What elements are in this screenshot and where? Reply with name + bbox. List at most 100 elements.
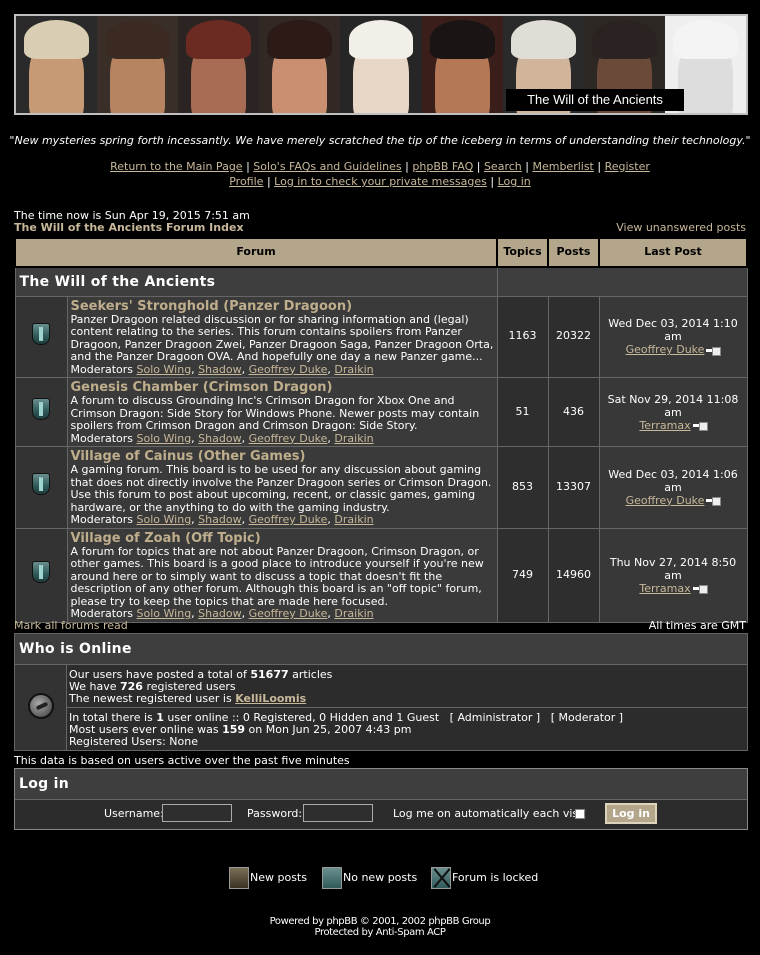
forum-description: A forum to discuss Grounding Inc's Crims… [70,394,480,432]
banner-portrait [97,16,179,113]
nav-profile-link[interactable]: Profile [229,175,263,188]
forum-name-link[interactable]: Village of Zoah (Off Topic) [71,531,494,546]
forum-shield-shape [32,322,50,345]
moderator-link[interactable]: Draikin [334,513,373,526]
forum-row: Seekers' Stronghold (Panzer Dragoon) Panz… [14,295,748,378]
newest-user-link[interactable]: KelliLoomis [235,692,306,705]
timezone-note: All times are GMT [648,619,746,632]
forum-info: Genesis Chamber (Crimson Dragon) A forum … [66,377,498,447]
nav-memberlist-link[interactable]: Memberlist [532,160,593,173]
forum-description: Panzer Dragoon related discussion or for… [70,312,494,363]
auto-login-label: Log me on automatically each visit [393,807,586,820]
forum-moderators: Moderators Solo Wing, Shadow, Geoffrey D… [70,362,374,376]
nav-separator: | [490,175,495,188]
moderator-link[interactable]: Geoffrey Duke [249,432,328,445]
banner-portrait [178,16,260,113]
forum-description: A forum for topics that are not about Pa… [70,544,484,608]
who-is-online-title[interactable]: Who is Online [14,633,748,665]
moderator-link[interactable]: Shadow [198,607,241,620]
moderator-link[interactable]: Draikin [334,363,373,376]
password-input[interactable] [303,804,373,822]
site-quote: "New mysteries spring forth incessantly.… [9,134,751,147]
forum-name-link[interactable]: Genesis Chamber (Crimson Dragon) [71,380,494,395]
footer: Powered by phpBB © 2001, 2002 phpBB Grou… [0,916,760,938]
moderator-link[interactable]: Draikin [334,607,373,620]
goto-last-post-icon[interactable] [706,346,722,356]
most-count: 159 [222,722,246,736]
icon-legend: New posts No new posts Forum is locked [0,866,760,890]
nav-main-page-link[interactable]: Return to the Main Page [110,160,242,173]
category-row: The Will of the Ancients [14,266,748,297]
articles-post: articles [288,667,333,681]
last-post-user-link[interactable]: Geoffrey Duke [626,494,705,507]
goto-last-post-icon[interactable] [692,421,708,431]
login-box: Log in Username: Password: Log me on aut… [14,768,748,830]
portrait-hair [672,19,738,59]
nav-separator: | [525,160,529,173]
forum-topics-count: 853 [496,446,549,529]
forum-index-link[interactable]: The Will of the Ancients Forum Index [14,221,244,235]
forum-name-link[interactable]: Seekers' Stronghold (Panzer Dragoon) [71,299,494,314]
no-new-posts-forum-icon [30,322,52,348]
nav-login-link[interactable]: Log in [498,175,531,188]
moderator-link[interactable]: Draikin [334,432,373,445]
category-title-text[interactable]: The Will of the Ancients [20,274,216,290]
nav-search-link[interactable]: Search [484,160,522,173]
most-post: on Mon Jun 25, 2007 4:43 pm [245,722,412,736]
last-post-user-link[interactable]: Terramax [639,419,690,432]
moderators-label: Moderators [70,362,134,376]
unanswered-posts-link[interactable]: View unanswered posts [616,221,746,235]
moderator-link[interactable]: Solo Wing [137,363,192,376]
forum-moderators: Moderators Solo Wing, Shadow, Geoffrey D… [70,431,374,445]
username-input[interactable] [162,804,232,822]
moderator-link[interactable]: Geoffrey Duke [249,363,328,376]
category-title[interactable]: The Will of the Ancients [14,266,498,297]
moderator-link[interactable]: Solo Wing [137,607,192,620]
no-new-posts-forum-icon [30,560,52,586]
nav-private-messages-link[interactable]: Log in to check your private messages [274,175,487,188]
goto-last-post-icon[interactable] [692,584,708,594]
forum-info: Seekers' Stronghold (Panzer Dragoon) Panz… [66,295,498,378]
no-new-posts-forum-icon [30,397,52,423]
no-new-posts-label: No new posts [343,871,418,884]
forum-name-link[interactable]: Village of Cainus (Other Games) [71,449,494,464]
last-post-user-link[interactable]: Geoffrey Duke [626,343,705,356]
moderator-link[interactable]: Geoffrey Duke [249,607,328,620]
login-button[interactable]: Log in [605,803,657,824]
portrait-hair [24,19,89,59]
moderator-link[interactable]: Solo Wing [137,513,192,526]
articles-count: 51677 [250,667,289,681]
moderator-legend: [ Moderator ] [550,710,624,724]
moderator-link[interactable]: Solo Wing [137,432,192,445]
forum-posts-count: 14960 [547,527,600,623]
nav-register-link[interactable]: Register [605,160,650,173]
main-nav: Return to the Main Page | Solo's FAQs an… [0,159,760,189]
auto-login-checkbox[interactable] [575,809,585,819]
goto-last-post-icon[interactable] [706,496,722,507]
nav-phpbb-faq-link[interactable]: phpBB FAQ [412,160,473,173]
site-banner[interactable]: The Will of the Ancients [14,14,748,115]
forum-last-post: Wed Dec 03, 2014 1:06 am Geoffrey Duke [598,446,748,529]
moderator-link[interactable]: Shadow [198,363,241,376]
header-posts: Posts [547,237,600,268]
who-is-online-icon [27,692,54,719]
mark-all-read-link[interactable]: Mark all forums read [14,619,128,633]
nav-line-1: Return to the Main Page | Solo's FAQs an… [0,159,760,174]
login-form: Username: Password: Log me on automatica… [15,800,747,829]
footer-powered-by[interactable]: Powered by phpBB © 2001, 2002 phpBB Grou… [0,916,760,927]
forum-info: Village of Zoah (Off Topic) A forum for t… [66,527,498,623]
moderator-link[interactable]: Shadow [198,513,241,526]
last-post-user-link[interactable]: Terramax [639,582,690,595]
new-posts-icon [229,867,249,889]
footer-antispam[interactable]: Protected by Anti-Spam ACP [0,927,760,938]
nav-faqs-guidelines-link[interactable]: Solo's FAQs and Guidelines [253,160,401,173]
who-is-online-header: Who is Online [14,633,748,665]
header-last-post: Last Post [598,237,748,268]
forum-locked-icon [431,867,451,889]
portrait-hair [591,19,657,59]
online-users-row: In total there is 1 user online :: 0 Reg… [15,707,748,751]
portrait-hair [510,19,576,59]
forum-topics-count: 749 [496,527,549,623]
moderator-link[interactable]: Geoffrey Duke [249,513,328,526]
moderator-link[interactable]: Shadow [198,432,241,445]
